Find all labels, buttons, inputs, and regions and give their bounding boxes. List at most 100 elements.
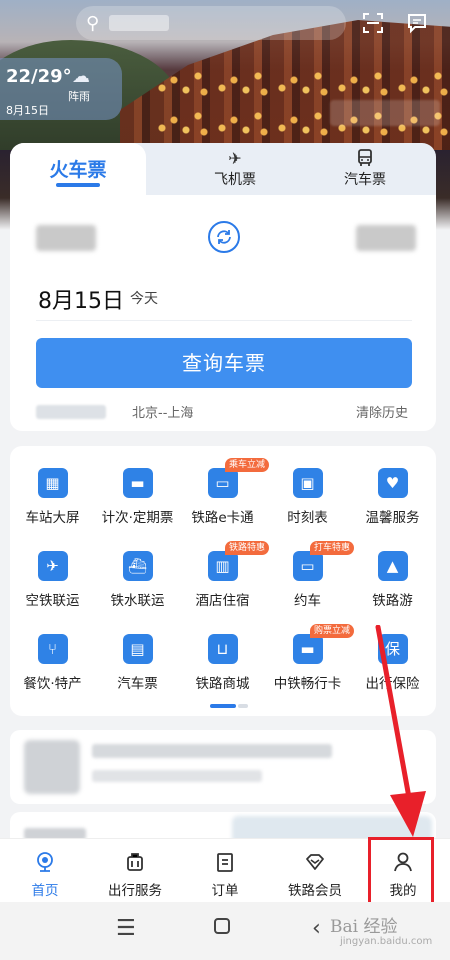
rail-card-icon: ▭ <box>207 468 238 498</box>
plane-icon: ✈ <box>37 551 68 581</box>
promo-badge: 打车特惠 <box>310 541 355 555</box>
service-pass-card[interactable]: ▬ 购票立减 中铁畅行卡 <box>265 624 355 692</box>
departure-station-blurred[interactable] <box>36 225 96 251</box>
tab-flight[interactable]: ✈ 飞机票 <box>185 149 285 189</box>
nav-membership-label: 铁路会员 <box>288 883 342 899</box>
service-dining[interactable]: ⑂ 餐饮·特产 <box>10 634 95 692</box>
nav-home-label: 首页 <box>31 883 59 899</box>
ticket-type-tabs: 火车票 ✈ 飞机票 汽车票 <box>10 143 436 197</box>
tab-bus[interactable]: 汽车票 <box>315 149 415 189</box>
tab-active-indicator <box>56 183 100 187</box>
annotation-arrow <box>375 625 426 837</box>
arrival-station-blurred[interactable] <box>356 225 416 251</box>
service-station-screen[interactable]: ▦ 车站大屏 <box>10 468 95 526</box>
news-thumbnail <box>24 740 80 794</box>
weather-date: 8月15日 <box>6 104 49 117</box>
history-item-blurred[interactable] <box>36 405 106 419</box>
service-label: 中铁畅行卡 <box>273 676 342 692</box>
train-front-icon: ▣ <box>292 468 323 498</box>
service-rail-water[interactable]: ⛴ 铁水联运 <box>95 551 180 609</box>
scan-icon[interactable] <box>362 12 384 34</box>
service-label: 铁路e卡通 <box>191 510 254 526</box>
service-air-rail[interactable]: ✈ 空铁联运 <box>10 551 95 609</box>
news-subtitle-blurred <box>92 770 262 782</box>
member-icon <box>270 851 360 875</box>
service-period-ticket[interactable]: ▬ 计次·定期票 <box>95 468 180 526</box>
bus-icon <box>315 149 415 169</box>
swap-stations-button[interactable] <box>208 221 240 253</box>
service-timetable[interactable]: ▣ 时刻表 <box>265 468 350 526</box>
watermark-text: Bai 经验 <box>330 917 398 937</box>
menu-icon[interactable]: ☰ <box>116 916 136 941</box>
weather-temperature: 22/29° <box>6 66 72 87</box>
hotel-icon: ▥ <box>207 551 238 581</box>
bus-icon: ▤ <box>122 634 153 664</box>
service-label: 铁水联运 <box>110 593 165 609</box>
tab-flight-label: 飞机票 <box>214 172 256 188</box>
tab-train[interactable]: 火车票 <box>10 143 146 197</box>
home-square-icon[interactable] <box>212 916 232 942</box>
search-icon: ⚲ <box>86 12 100 34</box>
clear-history-link[interactable]: 清除历史 <box>356 402 408 421</box>
service-label: 铁路游 <box>372 593 413 609</box>
luggage-icon <box>90 851 180 875</box>
cart-icon: ⊔ <box>207 634 238 664</box>
nav-membership[interactable]: 铁路会员 <box>270 851 360 899</box>
query-tickets-button[interactable]: 查询车票 <box>36 338 412 388</box>
order-icon <box>180 851 270 875</box>
mountain-icon: ▲ <box>377 551 408 581</box>
service-label: 温馨服务 <box>365 510 420 526</box>
home-icon <box>0 851 90 875</box>
dining-icon: ⑂ <box>37 634 68 664</box>
watermark-url: jingyan.baidu.com <box>340 936 433 947</box>
ship-icon: ⛴ <box>122 551 153 581</box>
service-rail-ecard[interactable]: ▭ 乘车立减 铁路e卡通 <box>180 458 270 526</box>
service-label: 餐饮·特产 <box>23 676 82 692</box>
news-title-blurred <box>92 744 332 758</box>
weather-condition: 阵雨 <box>68 90 90 103</box>
service-label: 时刻表 <box>287 510 328 526</box>
travel-date[interactable]: 8月15日 <box>38 283 124 315</box>
back-icon[interactable]: ‹ <box>312 916 321 941</box>
nav-orders-label: 订单 <box>211 883 239 899</box>
tab-bus-label: 汽车票 <box>344 172 386 188</box>
promo-badge: 购票立减 <box>310 624 355 638</box>
hero-caption-blurred <box>330 100 440 126</box>
divider <box>36 320 412 321</box>
nav-travel-services[interactable]: 出行服务 <box>90 851 180 899</box>
pass-card-icon: ▬ <box>292 634 323 664</box>
heart-icon: ♥ <box>377 468 408 498</box>
tab-train-label: 火车票 <box>49 159 107 181</box>
promo-badge: 铁路特惠 <box>225 541 270 555</box>
service-hotel[interactable]: ▥ 铁路特惠 酒店住宿 <box>180 541 270 609</box>
service-rail-travel[interactable]: ▲ 铁路游 <box>350 551 435 609</box>
service-bus-ticket[interactable]: ▤ 汽车票 <box>95 634 180 692</box>
weather-widget[interactable]: 22/29° ☁ 阵雨 8月15日 <box>0 58 122 120</box>
cloud-rain-icon: ☁ <box>72 66 90 87</box>
service-label: 酒店住宿 <box>195 593 250 609</box>
car-icon: ▭ <box>292 551 323 581</box>
service-label: 车站大屏 <box>25 510 80 526</box>
message-icon[interactable] <box>406 12 428 34</box>
search-bar[interactable]: ⚲ <box>76 6 346 40</box>
search-placeholder-blurred <box>109 15 170 31</box>
train-booking-card: 8月15日 今天 查询车票 北京--上海 清除历史 <box>10 195 436 431</box>
nav-home[interactable]: 首页 <box>0 851 90 899</box>
ticket-card-icon: ▬ <box>122 468 153 498</box>
nav-orders[interactable]: 订单 <box>180 851 270 899</box>
service-label: 计次·定期票 <box>101 510 174 526</box>
plane-icon: ✈ <box>228 149 242 168</box>
service-care[interactable]: ♥ 温馨服务 <box>350 468 435 526</box>
promo-badge: 乘车立减 <box>225 458 270 472</box>
travel-date-sub: 今天 <box>130 291 158 307</box>
annotation-highlight-box <box>368 837 434 909</box>
service-mall[interactable]: ⊔ 铁路商城 <box>180 634 265 692</box>
service-label: 约车 <box>294 593 321 609</box>
calendar-icon: ▦ <box>37 468 68 498</box>
service-label: 铁路商城 <box>195 676 250 692</box>
service-car[interactable]: ▭ 打车特惠 约车 <box>265 541 355 609</box>
nav-travel-services-label: 出行服务 <box>108 883 162 899</box>
history-item[interactable]: 北京--上海 <box>132 402 193 421</box>
service-label: 汽车票 <box>117 676 158 692</box>
page-indicator-active <box>210 704 236 708</box>
